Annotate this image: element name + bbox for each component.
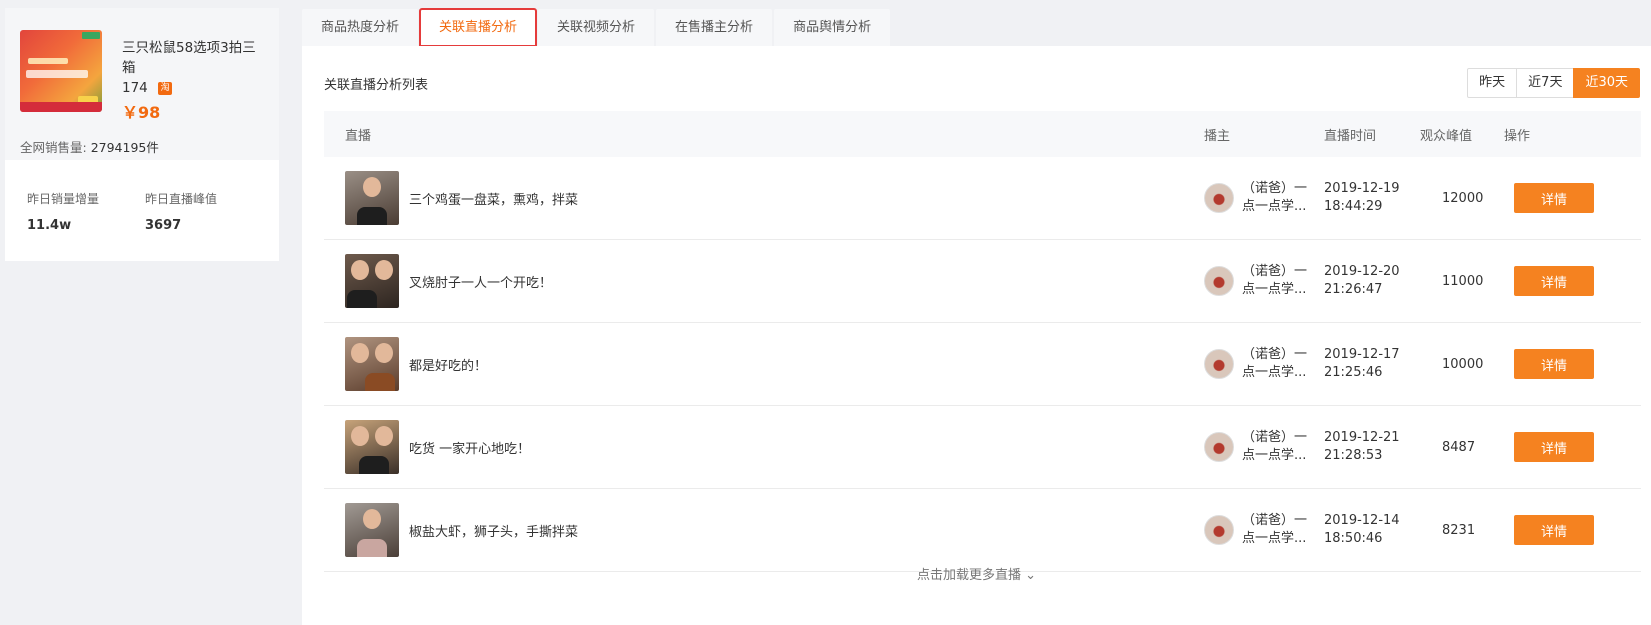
tab-related-video[interactable]: 关联视频分析: [538, 9, 655, 46]
live-time: 2019-12-19 18:44:29: [1324, 181, 1400, 214]
main-panel: 关联直播分析列表 昨天 近7天 近30天 直播 播主 直播时间 观众峰值 操作 …: [302, 46, 1651, 625]
table-row: 三个鸡蛋一盘菜，熏鸡，拌菜 （诺爸）一 点一点学... 2019-12-19 1…: [324, 157, 1641, 240]
live-thumbnail[interactable]: [345, 503, 399, 557]
tab-selling-hosts[interactable]: 在售播主分析: [656, 9, 773, 46]
date-range-selector: 昨天 近7天 近30天: [1467, 68, 1640, 98]
host-avatar[interactable]: [1204, 432, 1234, 462]
live-title[interactable]: 椒盐大虾，狮子头，手撕拌菜: [409, 521, 578, 540]
detail-button[interactable]: 详情: [1514, 183, 1594, 213]
detail-button[interactable]: 详情: [1514, 266, 1594, 296]
tab-public-opinion[interactable]: 商品舆情分析: [774, 9, 891, 46]
live-title[interactable]: 都是好吃的！: [409, 355, 487, 374]
live-title[interactable]: 吃货 一家开心地吃！: [409, 438, 530, 457]
stat-sales-increment: 昨日销量增量 11.4w: [27, 192, 100, 233]
range-30days-button[interactable]: 近30天: [1573, 68, 1640, 98]
host-name[interactable]: （诺爸）一 点一点学...: [1242, 346, 1314, 382]
host-avatar[interactable]: [1204, 515, 1234, 545]
tab-product-heat[interactable]: 商品热度分析: [302, 9, 419, 46]
host-avatar[interactable]: [1204, 349, 1234, 379]
table-row: 椒盐大虾，狮子头，手撕拌菜 （诺爸）一 点一点学... 2019-12-14 1…: [324, 489, 1641, 572]
list-title: 关联直播分析列表: [324, 78, 429, 93]
host-avatar[interactable]: [1204, 183, 1234, 213]
stat-live-peak: 昨日直播峰值 3697: [145, 192, 218, 233]
host-name[interactable]: （诺爸）一 点一点学...: [1242, 512, 1314, 548]
header-peak: 观众峰值: [1420, 128, 1473, 144]
detail-button[interactable]: 详情: [1514, 515, 1594, 545]
range-7days-button[interactable]: 近7天: [1516, 68, 1575, 98]
live-title[interactable]: 叉烧肘子一人一个开吃！: [409, 272, 552, 291]
live-time: 2019-12-17 21:25:46: [1324, 347, 1400, 380]
detail-button[interactable]: 详情: [1514, 432, 1594, 462]
taobao-icon: 淘: [158, 81, 173, 95]
tab-related-live[interactable]: 关联直播分析: [419, 8, 538, 47]
live-title[interactable]: 三个鸡蛋一盘菜，熏鸡，拌菜: [409, 189, 578, 208]
peak-value: 10000: [1442, 356, 1484, 372]
stats-card: 昨日销量增量 11.4w 昨日直播峰值 3697: [5, 160, 279, 261]
product-sales: 全网销售量: 2794195件: [20, 140, 159, 155]
product-card: 三只松鼠58选项3拍三箱 174 淘 ￥98 全网销售量: 2794195件: [5, 8, 279, 160]
peak-value: 8487: [1442, 439, 1476, 455]
host-name[interactable]: （诺爸）一 点一点学...: [1242, 180, 1314, 216]
live-thumbnail[interactable]: [345, 420, 399, 474]
product-image[interactable]: [20, 30, 102, 112]
live-thumbnail[interactable]: [345, 254, 399, 308]
host-name[interactable]: （诺爸）一 点一点学...: [1242, 429, 1314, 465]
product-price: ￥98: [122, 103, 161, 122]
live-table: 直播 播主 直播时间 观众峰值 操作 三个鸡蛋一盘菜，熏鸡，拌菜 （诺爸）一 点…: [324, 111, 1641, 572]
load-more-link[interactable]: 点击加载更多直播 ⌄: [302, 564, 1651, 583]
host-name[interactable]: （诺爸）一 点一点学...: [1242, 263, 1314, 299]
live-thumbnail[interactable]: [345, 171, 399, 225]
peak-value: 11000: [1442, 273, 1484, 289]
range-yesterday-button[interactable]: 昨天: [1467, 68, 1518, 98]
live-time: 2019-12-14 18:50:46: [1324, 513, 1400, 546]
peak-value: 8231: [1442, 522, 1476, 538]
table-header: 直播 播主 直播时间 观众峰值 操作: [324, 111, 1641, 157]
detail-button[interactable]: 详情: [1514, 349, 1594, 379]
live-time: 2019-12-20 21:26:47: [1324, 264, 1400, 297]
header-host: 播主: [1204, 128, 1231, 144]
analysis-tabs: 商品热度分析 关联直播分析 关联视频分析 在售播主分析 商品舆情分析: [302, 8, 892, 47]
header-live: 直播: [345, 128, 372, 144]
live-time: 2019-12-21 21:28:53: [1324, 430, 1400, 463]
peak-value: 12000: [1442, 190, 1484, 206]
header-time: 直播时间: [1324, 128, 1377, 144]
header-op: 操作: [1504, 128, 1531, 144]
table-row: 叉烧肘子一人一个开吃！ （诺爸）一 点一点学... 2019-12-20 21:…: [324, 240, 1641, 323]
product-name[interactable]: 三只松鼠58选项3拍三箱 174 淘: [122, 38, 262, 98]
host-avatar[interactable]: [1204, 266, 1234, 296]
live-thumbnail[interactable]: [345, 337, 399, 391]
table-row: 都是好吃的！ （诺爸）一 点一点学... 2019-12-17 21:25:46…: [324, 323, 1641, 406]
table-row: 吃货 一家开心地吃！ （诺爸）一 点一点学... 2019-12-21 21:2…: [324, 406, 1641, 489]
